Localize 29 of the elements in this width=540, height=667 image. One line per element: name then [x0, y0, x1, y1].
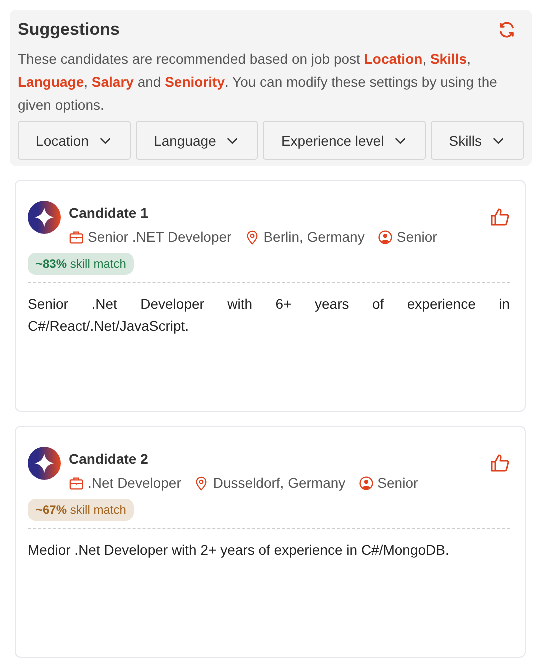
candidate-location: Berlin, Germany: [264, 229, 365, 245]
candidate-role: Senior .NET Developer: [88, 229, 232, 245]
location-pin-icon: [194, 476, 210, 490]
skill-match-badge: ~67% skill match: [28, 499, 134, 521]
thumbs-up-icon[interactable]: [490, 207, 510, 227]
refresh-icon[interactable]: [498, 21, 516, 39]
candidate-name[interactable]: Candidate 2: [69, 451, 482, 467]
candidate-summary: Senior .Net Developer with 6+ years of experience in C#/React/.Net/JavaScript.: [28, 295, 510, 336]
candidate-role: .Net Developer: [88, 475, 182, 491]
skill-match-badge: ~83% skill match: [28, 253, 134, 275]
avatar-icon: [28, 201, 61, 234]
briefcase-icon: [69, 230, 84, 244]
thumbs-up-icon[interactable]: [490, 453, 510, 473]
location-pin-icon: [244, 230, 260, 244]
candidate-location: Dusseldorf, Germany: [213, 475, 346, 491]
briefcase-icon: [69, 476, 84, 490]
candidate-seniority: Senior: [378, 475, 418, 491]
user-circle-icon: [358, 476, 374, 490]
avatar-icon: [28, 447, 61, 480]
filter-dropdown[interactable]: Location: [18, 121, 132, 160]
filter-dropdown[interactable]: Skills: [431, 121, 524, 160]
suggestions-title: Suggestions: [18, 20, 120, 40]
candidate-name[interactable]: Candidate 1: [69, 205, 482, 221]
suggestions-description: These candidates are recommended based on job post Location, Skills, Language, Salary and Seniority. You can modify these settings by using the given options.: [18, 50, 498, 115]
user-circle-icon: [378, 230, 393, 244]
filter-dropdown[interactable]: Language: [136, 121, 258, 160]
candidate-seniority: Senior: [396, 229, 438, 245]
candidate-summary: Medior .Net Developer with 2+ years of experience in C#/MongoDB.: [28, 541, 450, 560]
filter-dropdown[interactable]: Experience level: [263, 121, 426, 160]
